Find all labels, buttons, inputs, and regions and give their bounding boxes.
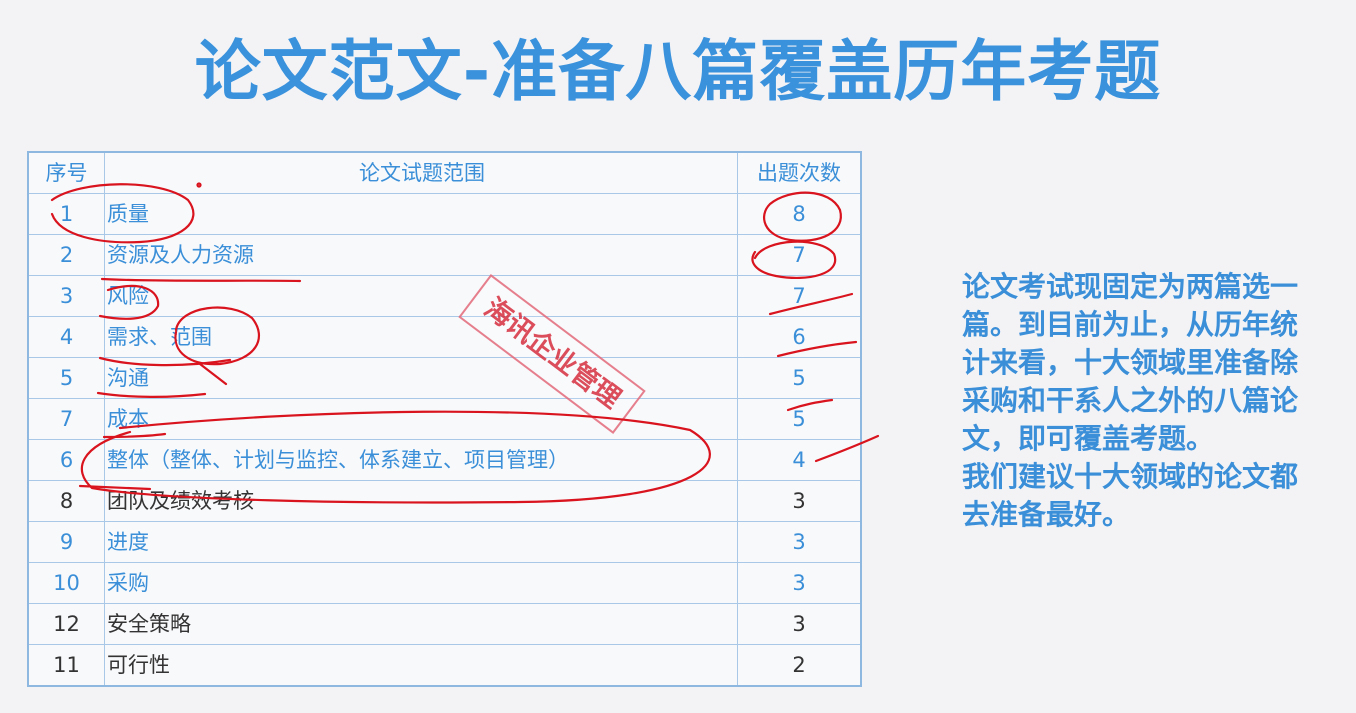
- row-count-cell: 7: [737, 275, 862, 317]
- table-row: 3 风险 7: [27, 275, 862, 317]
- row-count-cell: 5: [737, 398, 862, 440]
- row-number-cell: 4: [27, 316, 105, 358]
- row-number-cell: 1: [27, 193, 105, 235]
- row-topic-cell: 资源及人力资源: [104, 234, 738, 276]
- row-number-cell: 9: [27, 521, 105, 563]
- row-number-cell: 6: [27, 439, 105, 481]
- row-count-cell: 3: [737, 603, 862, 645]
- table-body: 1 质量 8 2 资源及人力资源 7 3 风险 7 4 需求、范围 6 5 沟通 5 7 成本 5 6 整体（整体、计…: [27, 193, 862, 687]
- row-topic-cell: 安全策略: [104, 603, 738, 645]
- table-row: 10 采购 3: [27, 562, 862, 604]
- table-row: 2 资源及人力资源 7: [27, 234, 862, 276]
- table-row: 8 团队及绩效考核 3: [27, 480, 862, 522]
- row-count-cell: 8: [737, 193, 862, 235]
- table-row: 9 进度 3: [27, 521, 862, 563]
- row-topic-cell: 成本: [104, 398, 738, 440]
- row-count-cell: 7: [737, 234, 862, 276]
- row-topic-cell: 进度: [104, 521, 738, 563]
- row-count-cell: 4: [737, 439, 862, 481]
- row-number-cell: 5: [27, 357, 105, 399]
- table-header-row: 序号 论文试题范围 出题次数: [27, 151, 862, 194]
- row-topic-cell: 整体（整体、计划与监控、体系建立、项目管理）: [104, 439, 738, 481]
- row-count-cell: 3: [737, 480, 862, 522]
- topics-table: 序号 论文试题范围 出题次数 1 质量 8 2 资源及人力资源 7 3 风险 7 4 需求、范围 6 5…: [27, 151, 862, 687]
- row-topic-cell: 团队及绩效考核: [104, 480, 738, 522]
- table-row: 5 沟通 5: [27, 357, 862, 399]
- row-number-cell: 11: [27, 644, 105, 687]
- row-count-cell: 2: [737, 644, 862, 687]
- header-count: 出题次数: [737, 151, 862, 194]
- row-count-cell: 3: [737, 521, 862, 563]
- row-number-cell: 12: [27, 603, 105, 645]
- slide-title: 论文范文-准备八篇覆盖历年考题: [194, 33, 1162, 110]
- row-topic-cell: 采购: [104, 562, 738, 604]
- table-row: 4 需求、范围 6: [27, 316, 862, 358]
- row-number-cell: 7: [27, 398, 105, 440]
- header-number: 序号: [27, 151, 105, 194]
- row-number-cell: 2: [27, 234, 105, 276]
- row-count-cell: 3: [737, 562, 862, 604]
- row-count-cell: 5: [737, 357, 862, 399]
- row-topic-cell: 需求、范围: [104, 316, 738, 358]
- row-number-cell: 8: [27, 480, 105, 522]
- row-count-cell: 6: [737, 316, 862, 358]
- table-row: 12 安全策略 3: [27, 603, 862, 645]
- note-paragraph-1: 论文考试现固定为两篇选一篇。到目前为止，从历年统计来看，十大领域里准备除采购和干…: [962, 270, 1299, 455]
- table-row: 1 质量 8: [27, 193, 862, 235]
- table-row: 7 成本 5: [27, 398, 862, 440]
- row-topic-cell: 质量: [104, 193, 738, 235]
- row-topic-cell: 可行性: [104, 644, 738, 687]
- side-note: 论文考试现固定为两篇选一篇。到目前为止，从历年统计来看，十大领域里准备除采购和干…: [962, 268, 1322, 534]
- row-number-cell: 10: [27, 562, 105, 604]
- row-number-cell: 3: [27, 275, 105, 317]
- header-topic-scope: 论文试题范围: [104, 151, 738, 194]
- row-topic-cell: 风险: [104, 275, 738, 317]
- table-row: 11 可行性 2: [27, 644, 862, 687]
- table-row: 6 整体（整体、计划与监控、体系建立、项目管理） 4: [27, 439, 862, 481]
- note-paragraph-2: 我们建议十大领域的论文都去准备最好。: [962, 460, 1299, 531]
